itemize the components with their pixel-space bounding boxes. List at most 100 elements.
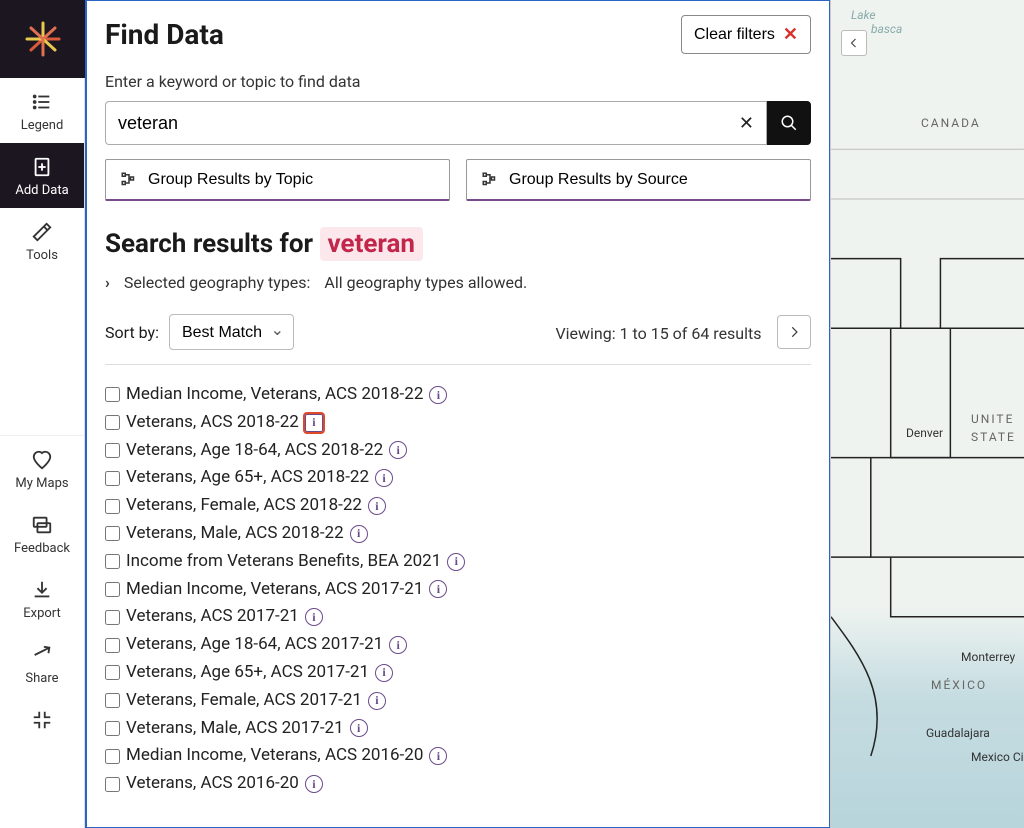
tree-icon — [481, 171, 499, 189]
result-item: Median Income, Veterans, ACS 2016-20 i — [105, 744, 811, 768]
result-label[interactable]: Veterans, Age 18-64, ACS 2018-22 — [126, 439, 383, 463]
ruler-pencil-icon — [30, 220, 54, 244]
sidebar-item-add-data[interactable]: Add Data — [0, 143, 84, 208]
sidebar-item-feedback[interactable]: Feedback — [0, 501, 84, 566]
viewing-text: Viewing: 1 to 15 of 64 results — [555, 324, 761, 343]
chevron-left-icon — [848, 37, 860, 49]
result-item: Veterans, Male, ACS 2017-21 i — [105, 717, 811, 741]
info-icon[interactable]: i — [389, 441, 407, 459]
result-checkbox[interactable] — [105, 777, 120, 792]
info-icon[interactable]: i — [375, 664, 393, 682]
info-icon[interactable]: i — [429, 386, 447, 404]
search-box: ✕ — [105, 101, 767, 145]
sidebar-item-label: Feedback — [14, 541, 70, 556]
info-icon[interactable]: i — [305, 775, 323, 793]
search-input[interactable] — [118, 113, 739, 134]
group-by-topic-label: Group Results by Topic — [148, 171, 313, 189]
info-icon[interactable]: i — [375, 469, 393, 487]
group-by-topic-button[interactable]: Group Results by Topic — [105, 159, 450, 201]
result-checkbox[interactable] — [105, 638, 120, 653]
result-checkbox[interactable] — [105, 693, 120, 708]
result-checkbox[interactable] — [105, 471, 120, 486]
result-item: Veterans, Male, ACS 2018-22 i — [105, 522, 811, 546]
result-item: Veterans, Age 18-64, ACS 2017-21 i — [105, 633, 811, 657]
search-button[interactable] — [767, 101, 811, 145]
result-checkbox[interactable] — [105, 665, 120, 680]
panel-title: Find Data — [105, 18, 224, 51]
sidebar-item-legend[interactable]: Legend — [0, 78, 84, 143]
result-item: Veterans, Female, ACS 2018-22 i — [105, 494, 811, 518]
info-icon[interactable]: i — [350, 525, 368, 543]
result-label[interactable]: Veterans, ACS 2017-21 — [126, 605, 299, 629]
info-icon[interactable]: i — [368, 497, 386, 515]
map-label-canada: CANADA — [921, 116, 981, 130]
info-icon[interactable]: i — [368, 692, 386, 710]
map-label-mexico: MÉXICO — [931, 678, 987, 692]
result-checkbox[interactable] — [105, 443, 120, 458]
results-heading: Search results for veteran — [105, 229, 811, 259]
result-label[interactable]: Veterans, ACS 2016-20 — [126, 772, 299, 796]
result-label[interactable]: Median Income, Veterans, ACS 2017-21 — [126, 578, 423, 602]
result-checkbox[interactable] — [105, 415, 120, 430]
map-label-basca: basca — [871, 22, 902, 36]
info-icon[interactable]: i — [389, 636, 407, 654]
next-page-button[interactable] — [777, 315, 811, 349]
info-icon[interactable]: i — [429, 580, 447, 598]
result-label[interactable]: Median Income, Veterans, ACS 2018-22 — [126, 383, 423, 407]
info-icon[interactable]: i — [447, 553, 465, 571]
result-label[interactable]: Median Income, Veterans, ACS 2016-20 — [126, 744, 423, 768]
sidebar-item-collapse[interactable] — [0, 696, 84, 742]
result-label[interactable]: Veterans, ACS 2018-22 — [126, 411, 299, 435]
result-checkbox[interactable] — [105, 499, 120, 514]
result-label[interactable]: Veterans, Male, ACS 2017-21 — [126, 717, 344, 741]
result-label[interactable]: Veterans, Age 65+, ACS 2017-21 — [126, 661, 369, 685]
tree-icon — [120, 171, 138, 189]
info-icon[interactable]: i — [305, 608, 323, 626]
sidebar-item-label: Legend — [21, 118, 64, 133]
list-icon — [30, 90, 54, 114]
sidebar-item-tools[interactable]: Tools — [0, 208, 84, 273]
result-label[interactable]: Veterans, Age 65+, ACS 2018-22 — [126, 466, 369, 490]
result-label[interactable]: Veterans, Age 18-64, ACS 2017-21 — [126, 633, 383, 657]
result-item: Veterans, ACS 2016-20 i — [105, 772, 811, 796]
chevron-right-icon — [787, 325, 801, 339]
map-area[interactable]: Lake basca CANADA UNITE STATE Denver MÉX… — [830, 0, 1024, 828]
result-checkbox[interactable] — [105, 610, 120, 625]
sidebar-item-share[interactable]: Share — [0, 631, 84, 696]
result-label[interactable]: Income from Veterans Benefits, BEA 2021 — [126, 550, 441, 574]
result-checkbox[interactable] — [105, 582, 120, 597]
sidebar-item-export[interactable]: Export — [0, 566, 84, 631]
group-by-source-button[interactable]: Group Results by Source — [466, 159, 811, 201]
result-item: Median Income, Veterans, ACS 2018-22 i — [105, 383, 811, 407]
geography-row[interactable]: › Selected geography types: All geograph… — [105, 273, 811, 292]
result-label[interactable]: Veterans, Female, ACS 2018-22 — [126, 494, 362, 518]
map-city-monterrey: Monterrey — [961, 650, 1015, 664]
collapse-panel-button[interactable] — [841, 30, 867, 56]
result-checkbox[interactable] — [105, 721, 120, 736]
result-label[interactable]: Veterans, Male, ACS 2018-22 — [126, 522, 344, 546]
result-checkbox[interactable] — [105, 387, 120, 402]
sidebar-item-my-maps[interactable]: My Maps — [0, 436, 84, 501]
sort-select[interactable]: Best Match — [169, 314, 294, 350]
sidebar-item-label: Add Data — [15, 183, 68, 198]
info-icon[interactable]: i — [305, 414, 323, 432]
search-icon — [780, 114, 798, 132]
result-checkbox[interactable] — [105, 554, 120, 569]
result-item: Veterans, ACS 2017-21 i — [105, 605, 811, 629]
results-prefix: Search results for — [105, 229, 313, 259]
result-checkbox[interactable] — [105, 526, 120, 541]
result-label[interactable]: Veterans, Female, ACS 2017-21 — [126, 689, 362, 713]
app-logo — [0, 0, 85, 78]
result-list: Median Income, Veterans, ACS 2018-22iVet… — [105, 383, 811, 796]
map-city-guadalajara: Guadalajara — [926, 726, 990, 740]
result-checkbox[interactable] — [105, 749, 120, 764]
map-city-denver: Denver — [906, 426, 943, 440]
info-icon[interactable]: i — [429, 747, 447, 765]
geography-value: All geography types allowed. — [324, 273, 527, 292]
group-by-source-label: Group Results by Source — [509, 171, 688, 189]
minimize-icon — [30, 708, 54, 732]
clear-search-icon[interactable]: ✕ — [739, 113, 754, 134]
result-item: Veterans, Age 65+, ACS 2017-21 i — [105, 661, 811, 685]
info-icon[interactable]: i — [350, 719, 368, 737]
clear-filters-button[interactable]: Clear filters ✕ — [681, 15, 811, 54]
